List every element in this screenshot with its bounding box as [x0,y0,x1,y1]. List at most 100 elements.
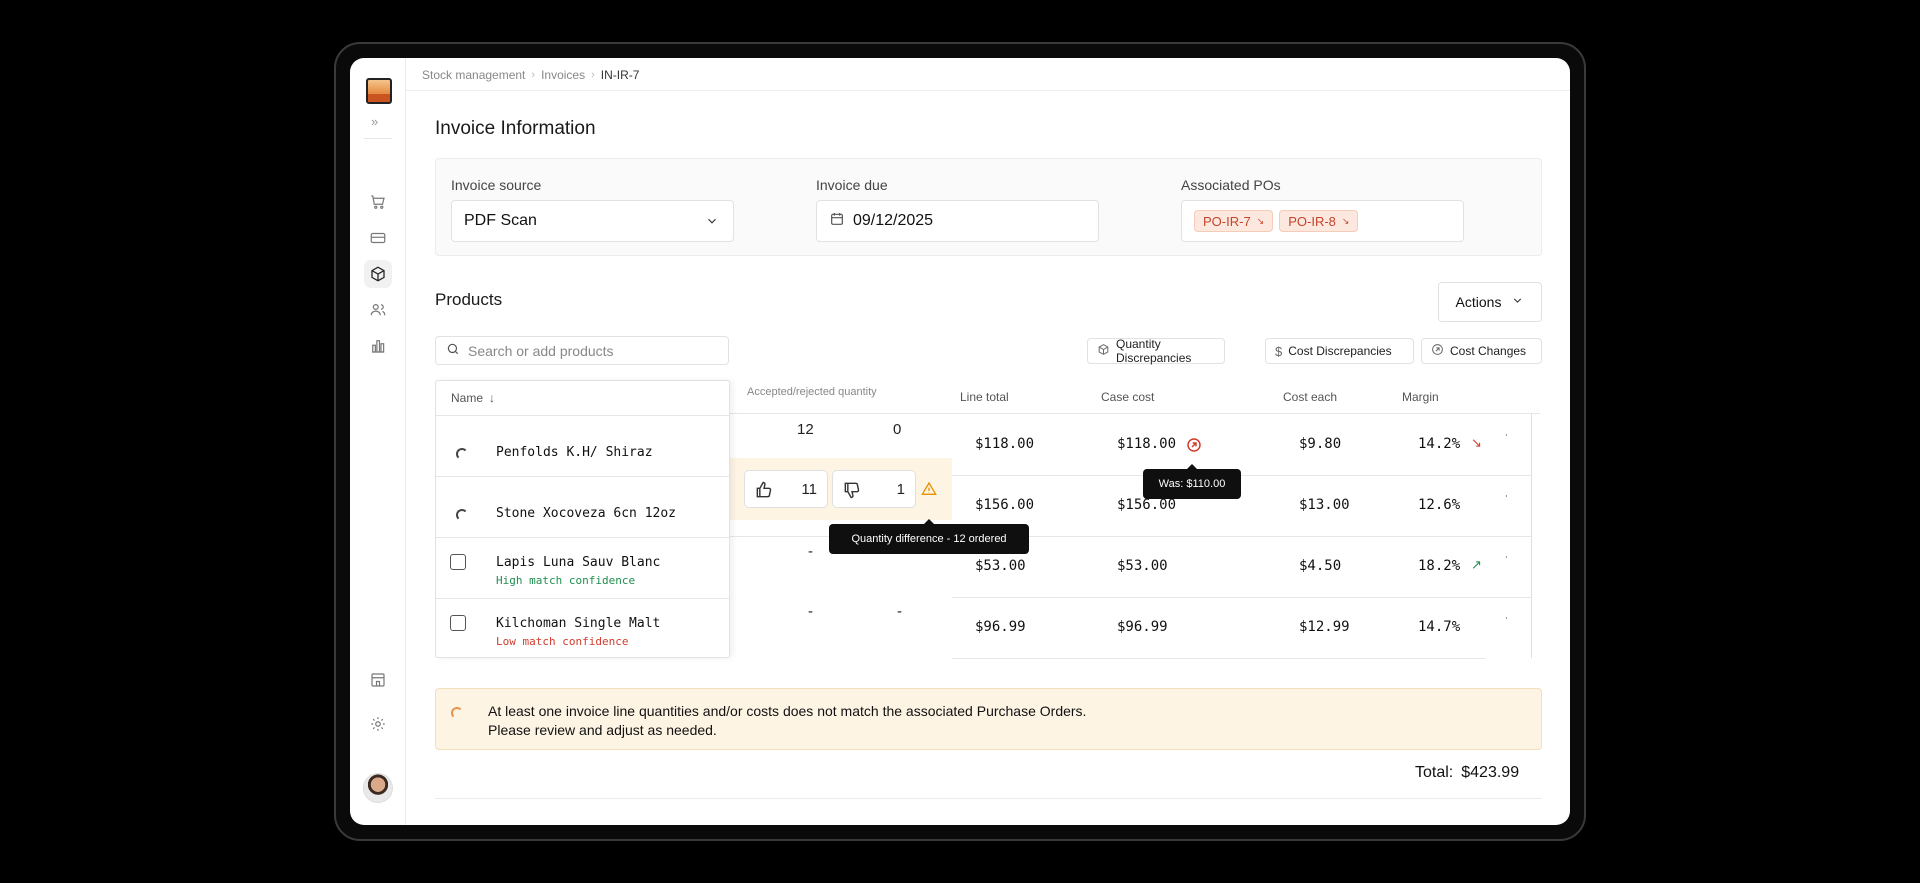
po-chip[interactable]: PO-IR-7 ↘ [1194,210,1274,232]
accepted-qty: 11 [801,480,817,498]
product-name[interactable]: Lapis Luna Sauv Blanc [496,555,660,570]
accepted-qty[interactable]: - [808,603,813,620]
line-total: $96.99 [975,619,1026,635]
row-divider [952,475,1532,476]
cost-each: $13.00 [1299,497,1350,513]
product-name[interactable]: Stone Xocoveza 6cn 12oz [496,506,676,521]
associated-pos-field[interactable]: PO-IR-7 ↘ PO-IR-8 ↘ [1181,200,1464,242]
filter-quantity-discrepancies[interactable]: Quantity Discrepancies [1087,337,1225,365]
filter-cost-discrepancies[interactable]: $ Cost Discrepancies [1265,338,1414,364]
loading-icon [456,509,468,521]
match-confidence-high: High match confidence [496,574,636,587]
rejected-qty[interactable]: 0 [893,421,901,438]
row-divider [436,537,729,538]
col-name-label: Name [451,391,484,405]
product-search-input[interactable]: Search or add products [435,336,729,365]
col-name[interactable]: Name ↓ [451,391,495,405]
brand-logo[interactable] [366,78,392,104]
filter-label: Cost Discrepancies [1288,344,1392,358]
warning-triangle-icon[interactable] [921,481,937,502]
rejected-qty: 1 [896,480,905,498]
row-divider [436,415,729,416]
breadcrumb-current: IN-IR-7 [600,68,640,82]
footer-divider [435,798,1542,799]
total-value: $423.99 [1461,764,1520,781]
actions-button[interactable]: Actions [1438,282,1542,322]
trend-up-icon: ↗ [1471,557,1482,572]
line-total: $156.00 [975,497,1035,513]
sort-down-icon: ↓ [489,391,496,405]
col-qty[interactable]: Accepted/rejected quantity [747,386,877,398]
col-margin[interactable]: Margin [1402,390,1439,404]
actions-label: Actions [1455,294,1502,310]
user-avatar[interactable] [363,773,393,803]
dollar-icon: $ [1275,343,1283,359]
credit-card-icon[interactable] [364,224,392,252]
cost-each: $12.99 [1299,619,1350,635]
invoice-due-date-field[interactable]: 09/12/2025 [816,200,1099,242]
breadcrumb-stock-management[interactable]: Stock management [422,68,525,82]
chevron-down-icon [1511,294,1524,310]
invoice-source-select[interactable]: PDF Scan [451,200,734,242]
case-cost: $118.00 [1117,436,1177,452]
bar-chart-icon[interactable] [364,332,392,360]
invoice-source-value: PDF Scan [464,212,537,229]
case-cost: $156.00 [1117,497,1177,513]
line-total: $53.00 [975,558,1026,574]
product-name[interactable]: Penfolds K.H/ Shiraz [496,445,653,460]
case-cost: $53.00 [1117,558,1168,574]
thumbs-up-icon [754,480,774,505]
total-label: Total: [1415,764,1454,781]
products-title: Products [435,290,503,309]
settings-gear-icon[interactable] [364,710,392,738]
cart-icon[interactable] [364,188,392,216]
cost-change-icon[interactable] [1186,437,1202,458]
trend-down-icon: ↘ [1471,435,1482,450]
row-checkbox[interactable] [450,554,466,570]
package-icon [1097,343,1110,359]
quantity-difference-tooltip: Quantity difference - 12 ordered [829,519,1029,554]
cost-change-tooltip: Was: $110.00 [1143,464,1241,499]
po-chip[interactable]: PO-IR-8 ↘ [1279,210,1359,232]
package-icon[interactable] [364,260,392,288]
store-icon[interactable] [364,666,392,694]
header-divider [406,90,1570,91]
row-menu-icon[interactable]: ˙ [1505,554,1509,568]
rejected-qty[interactable]: - [897,603,902,620]
alert-message-line1: At least one invoice line quantities and… [488,703,1087,719]
breadcrumb-invoices[interactable]: Invoices [541,68,585,82]
chevron-right-icon: › [591,69,595,81]
accept-qty-button[interactable]: 11 [744,470,828,508]
sidebar-divider [364,138,392,139]
alert-message-line2: Please review and adjust as needed. [488,722,717,738]
row-checkbox[interactable] [450,615,466,631]
cost-each: $4.50 [1299,558,1342,574]
col-line-total[interactable]: Line total [960,390,1009,404]
product-name-panel: Name ↓ Penfolds K.H/ Shiraz Stone Xocove… [435,380,730,658]
search-icon [446,342,460,359]
reject-qty-button[interactable]: 1 [832,470,916,508]
product-name[interactable]: Kilchoman Single Malt [496,616,660,631]
row-divider [436,476,729,477]
margin: 14.2% [1418,436,1461,452]
col-case-cost[interactable]: Case cost [1101,390,1154,404]
search-placeholder: Search or add products [468,342,614,359]
invoice-info-card: Invoice source PDF Scan Invoice due 09/1… [435,158,1542,256]
accepted-qty[interactable]: 12 [797,421,814,438]
row-menu-icon[interactable]: ˙ [1505,432,1509,446]
cost-each: $9.80 [1299,436,1342,452]
users-icon[interactable] [364,296,392,324]
row-menu-icon[interactable]: ˙ [1505,493,1509,507]
row-menu-icon[interactable]: ˙ [1505,615,1509,629]
filter-label: Quantity Discrepancies [1116,337,1192,365]
col-cost-each[interactable]: Cost each [1283,390,1337,404]
margin: 12.6% [1418,497,1461,513]
sidebar: » [350,58,406,825]
expand-sidebar-icon[interactable]: » [371,114,378,129]
filter-cost-changes[interactable]: Cost Changes [1421,338,1542,364]
match-confidence-low: Low match confidence [496,635,629,648]
table-right-edge [1531,414,1532,658]
accepted-qty[interactable]: - [808,543,813,560]
invoice-source-label: Invoice source [451,177,542,193]
row-divider [952,597,1532,598]
